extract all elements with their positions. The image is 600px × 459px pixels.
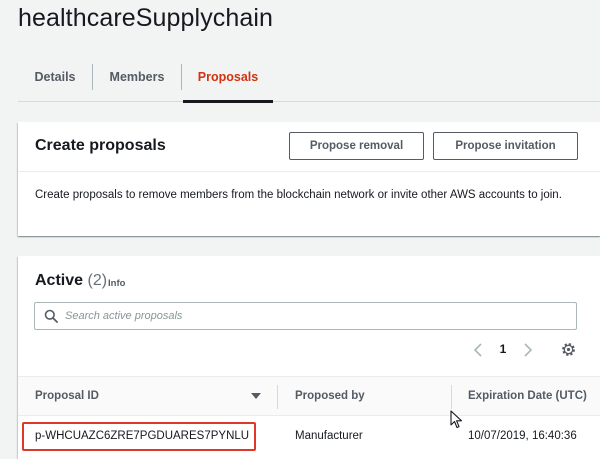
page-title: healthcareSupplychain [18, 4, 274, 32]
tab-members[interactable]: Members [93, 58, 181, 102]
page: healthcareSupplychain Details Members Pr… [0, 0, 600, 459]
column-divider [451, 385, 452, 409]
chevron-right-icon[interactable] [521, 341, 535, 359]
search-icon [44, 309, 58, 323]
create-proposals-panel: Create proposals Propose removal Propose… [18, 122, 600, 236]
tab-details[interactable]: Details [18, 58, 92, 102]
active-proposals-title: Active (2) [35, 272, 107, 290]
expiration-date-cell: 10/07/2019, 16:40:36 [468, 430, 577, 442]
current-page-number[interactable]: 1 [496, 342, 510, 356]
create-proposals-title: Create proposals [35, 137, 166, 154]
column-header-proposal-id[interactable]: Proposal ID [35, 390, 99, 402]
column-divider [277, 385, 278, 409]
propose-invitation-button[interactable]: Propose invitation [433, 132, 578, 160]
info-link[interactable]: Info [108, 278, 125, 289]
table-row: p-WHCUAZC6ZRE7PGDUARES7PYNLU Manufacture… [18, 416, 600, 456]
column-header-expiration-date[interactable]: Expiration Date (UTC) [468, 390, 587, 402]
chevron-left-icon[interactable] [471, 341, 485, 359]
proposed-by-cell: Manufacturer [295, 430, 363, 442]
table-header: Proposal ID Proposed by Expiration Date … [18, 376, 600, 416]
active-proposals-panel: Active (2) Info 1 Proposal ID [18, 256, 600, 459]
tab-proposals[interactable]: Proposals [183, 58, 273, 103]
active-count: (2) [87, 272, 108, 289]
column-header-proposed-by[interactable]: Proposed by [295, 390, 365, 402]
create-proposals-header: Create proposals Propose removal Propose… [18, 122, 600, 172]
gear-icon[interactable] [560, 341, 577, 358]
mouse-cursor-icon [450, 410, 463, 429]
tab-divider [181, 64, 182, 90]
propose-removal-button[interactable]: Propose removal [289, 132, 424, 160]
search-box [34, 302, 577, 330]
tab-bar: Details Members Proposals [18, 58, 600, 103]
proposal-id-link[interactable]: p-WHCUAZC6ZRE7PGDUARES7PYNLU [22, 422, 256, 451]
create-proposals-description: Create proposals to remove members from … [35, 189, 562, 201]
search-input[interactable] [65, 305, 565, 327]
sort-down-icon[interactable] [250, 391, 262, 401]
active-title-text: Active [35, 272, 84, 289]
